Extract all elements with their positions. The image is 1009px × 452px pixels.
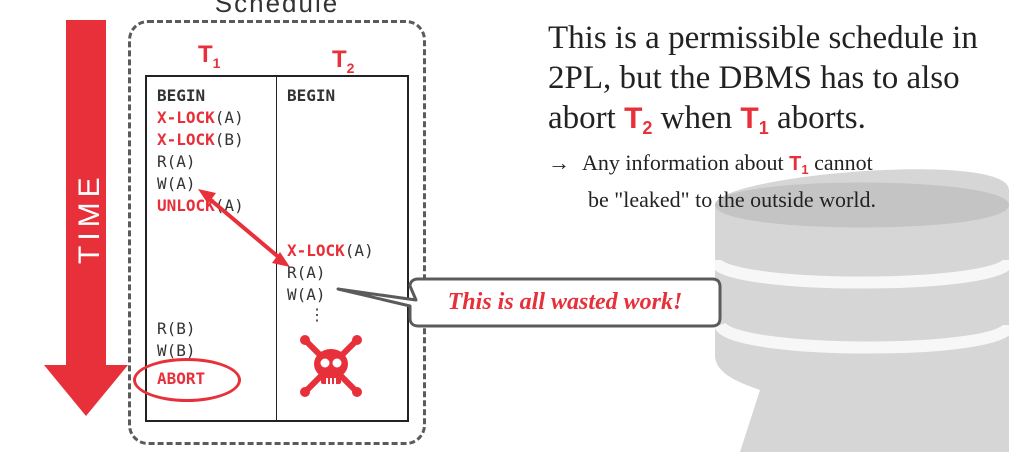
sub-bullet: → Any information about T1 cannot be "lea… [548, 148, 1008, 215]
dependency-arrow-icon [198, 189, 290, 267]
bullet-line-2: be "leaked" to the outside world. [588, 187, 876, 212]
callout-text: This is all wasted work! [447, 289, 683, 315]
bullet-arrow-icon: → [548, 150, 570, 175]
main-explanation: This is a permissible schedule in 2PL, b… [548, 18, 1008, 148]
prose-line-1: This is a permissible schedule in [548, 20, 978, 56]
prose-line-3: abort T2 when T1 aborts. [548, 100, 866, 138]
prose-line-2: 2PL, but the DBMS has to also [548, 60, 960, 96]
skull-crossbones-icon [300, 335, 362, 397]
